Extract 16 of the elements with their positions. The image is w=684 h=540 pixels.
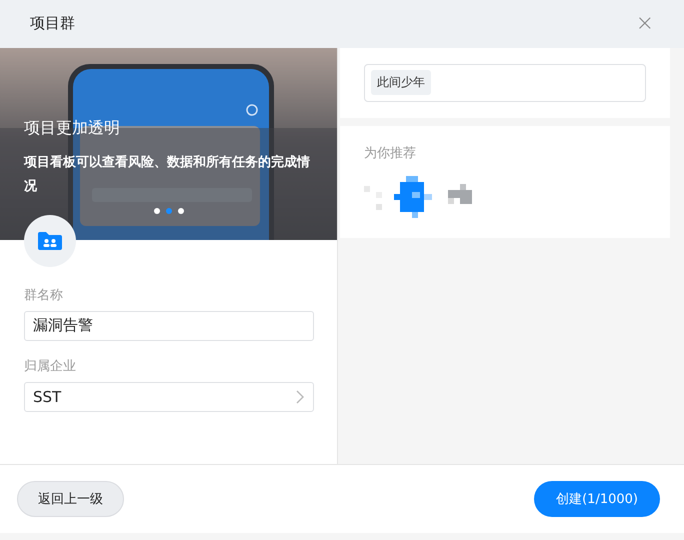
field-label: 群名称 <box>24 286 63 304</box>
create-button[interactable]: 创建(1/1000) <box>534 481 660 518</box>
select-field[interactable]: SST <box>24 382 314 412</box>
section-title: 为你推荐 <box>364 144 416 162</box>
back-button[interactable]: 返回上一级 <box>17 481 124 518</box>
chevron-right-icon <box>295 388 305 405</box>
dialog-title: 项目群 <box>30 14 75 34</box>
member-field[interactable]: 此间少年 <box>364 64 646 102</box>
banner-description: 项目看板可以查看风险、数据和所有任务的完成情况 <box>24 154 311 196</box>
member-tag[interactable]: 此间少年 <box>371 70 431 96</box>
field-value: 漏洞告警 <box>33 316 94 336</box>
folder-people-icon <box>37 230 63 251</box>
input-field[interactable]: 漏洞告警 <box>24 310 314 341</box>
banner-title: 项目更加透明 <box>24 118 120 139</box>
field-label: 归属企业 <box>24 358 76 375</box>
field-value: SST <box>33 388 62 406</box>
